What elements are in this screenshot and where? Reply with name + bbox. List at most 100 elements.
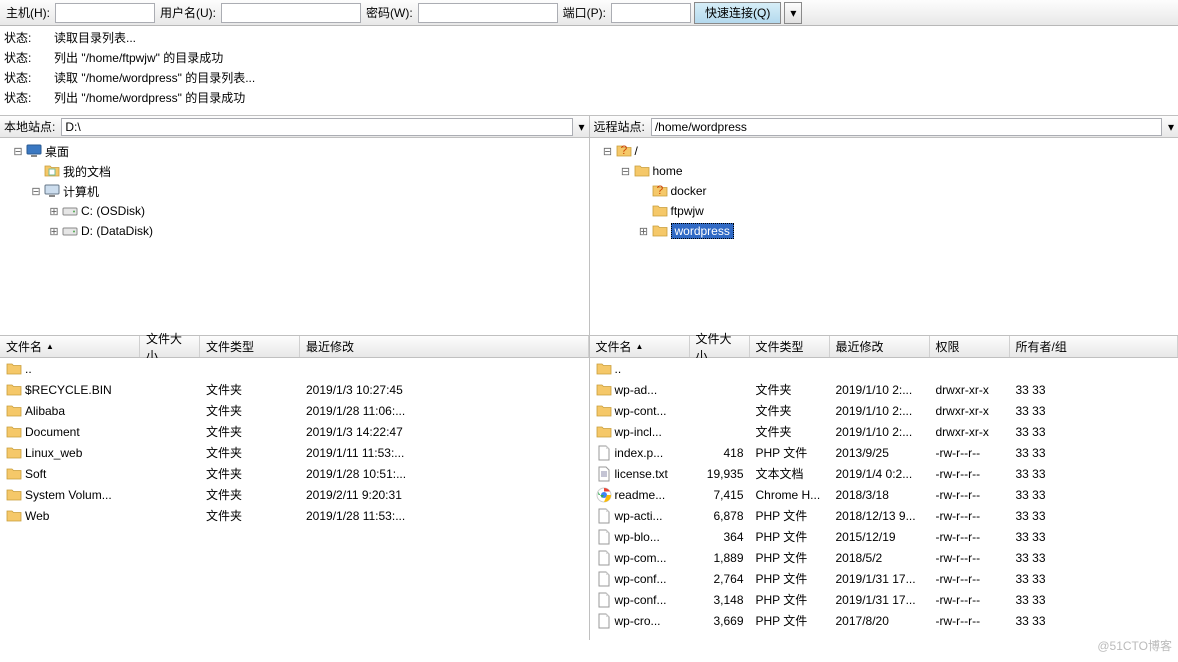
watermark: @51CTO博客 bbox=[1097, 637, 1172, 654]
file-type: PHP 文件 bbox=[750, 612, 830, 629]
log-label: 状态: bbox=[4, 48, 36, 68]
expand-toggle[interactable]: ⊟ bbox=[618, 165, 634, 178]
expand-toggle[interactable]: ⊟ bbox=[10, 145, 26, 158]
local-site-input[interactable] bbox=[61, 118, 572, 136]
tree-item[interactable]: 我的文档 bbox=[4, 161, 585, 181]
local-list-rows[interactable]: ..$RECYCLE.BIN文件夹2019/1/3 10:27:45Alibab… bbox=[0, 358, 589, 640]
file-row[interactable]: license.txt19,935文本文档2019/1/4 0:2...-rw-… bbox=[590, 463, 1178, 484]
file-row[interactable]: .. bbox=[590, 358, 1178, 379]
file-name: wp-conf... bbox=[615, 572, 667, 586]
file-row[interactable]: wp-incl...文件夹2019/1/10 2:...drwxr-xr-x33… bbox=[590, 421, 1178, 442]
file-type: PHP 文件 bbox=[750, 528, 830, 545]
col-size[interactable]: 文件大小 bbox=[140, 336, 200, 357]
remote-tree[interactable]: ⊟?/⊟home?dockerftpwjw⊞wordpress bbox=[590, 138, 1178, 335]
file-modified: 2017/8/20 bbox=[830, 614, 930, 628]
file-icon bbox=[596, 529, 612, 545]
password-input[interactable] bbox=[418, 3, 558, 23]
file-perm: drwxr-xr-x bbox=[930, 383, 1010, 397]
file-row[interactable]: .. bbox=[0, 358, 589, 379]
col-type[interactable]: 文件类型 bbox=[200, 336, 300, 357]
folder-icon bbox=[652, 203, 668, 219]
file-owner: 33 33 bbox=[1010, 404, 1178, 418]
expand-toggle[interactable]: ⊟ bbox=[28, 185, 44, 198]
file-size: 3,669 bbox=[690, 614, 750, 628]
expand-toggle[interactable]: ⊞ bbox=[636, 225, 652, 238]
file-row[interactable]: index.p...418PHP 文件2013/9/25-rw-r--r--33… bbox=[590, 442, 1178, 463]
col-size[interactable]: 文件大小 bbox=[690, 336, 750, 357]
local-list-header: 文件名 ▲文件大小文件类型最近修改 bbox=[0, 336, 589, 358]
file-row[interactable]: wp-ad...文件夹2019/1/10 2:...drwxr-xr-x33 3… bbox=[590, 379, 1178, 400]
file-row[interactable]: wp-conf...3,148PHP 文件2019/1/31 17...-rw-… bbox=[590, 589, 1178, 610]
file-row[interactable]: wp-cro...3,669PHP 文件2017/8/20-rw-r--r--3… bbox=[590, 610, 1178, 631]
tree-item[interactable]: ⊟计算机 bbox=[4, 181, 585, 201]
file-name: wp-ad... bbox=[615, 383, 658, 397]
local-site-dropdown[interactable]: ▾ bbox=[575, 120, 589, 134]
file-row[interactable]: readme...7,415Chrome H...2018/3/18-rw-r-… bbox=[590, 484, 1178, 505]
port-input[interactable] bbox=[611, 3, 691, 23]
quick-connect-button[interactable]: 快速连接(Q) bbox=[694, 2, 781, 24]
remote-site-dropdown[interactable]: ▾ bbox=[1164, 120, 1178, 134]
folder-icon bbox=[596, 382, 612, 398]
tree-label: / bbox=[635, 144, 638, 158]
host-input[interactable] bbox=[55, 3, 155, 23]
expand-toggle[interactable]: ⊞ bbox=[46, 205, 62, 218]
local-tree[interactable]: ⊟桌面我的文档⊟计算机⊞C: (OSDisk)⊞D: (DataDisk) bbox=[0, 138, 589, 335]
file-name: wp-cont... bbox=[615, 404, 667, 418]
tree-item[interactable]: ⊞C: (OSDisk) bbox=[4, 201, 585, 221]
file-size: 2,764 bbox=[690, 572, 750, 586]
file-row[interactable]: wp-blo...364PHP 文件2015/12/19-rw-r--r--33… bbox=[590, 526, 1178, 547]
file-type: 文件夹 bbox=[200, 465, 300, 482]
file-name: wp-incl... bbox=[615, 425, 662, 439]
quick-connect-dropdown[interactable]: ▾ bbox=[784, 2, 802, 24]
file-row[interactable]: System Volum...文件夹2019/2/11 9:20:31 bbox=[0, 484, 589, 505]
file-modified: 2019/1/28 11:06:... bbox=[300, 404, 589, 418]
remote-list-rows[interactable]: ..wp-ad...文件夹2019/1/10 2:...drwxr-xr-x33… bbox=[590, 358, 1178, 640]
file-name: Document bbox=[25, 425, 80, 439]
col-name[interactable]: 文件名 ▲ bbox=[590, 336, 690, 357]
file-row[interactable]: Web文件夹2019/1/28 11:53:... bbox=[0, 505, 589, 526]
folder-icon bbox=[634, 163, 650, 179]
col-owner[interactable]: 所有者/组 bbox=[1010, 336, 1178, 357]
tree-item[interactable]: ?docker bbox=[594, 181, 1175, 201]
file-perm: -rw-r--r-- bbox=[930, 446, 1010, 460]
tree-item[interactable]: ⊟home bbox=[594, 161, 1175, 181]
file-modified: 2019/1/4 0:2... bbox=[830, 467, 930, 481]
tree-item[interactable]: ftpwjw bbox=[594, 201, 1175, 221]
expand-toggle[interactable]: ⊟ bbox=[600, 145, 616, 158]
file-type: Chrome H... bbox=[750, 488, 830, 502]
tree-item[interactable]: ⊟?/ bbox=[594, 141, 1175, 161]
file-row[interactable]: Linux_web文件夹2019/1/11 11:53:... bbox=[0, 442, 589, 463]
tree-label: D: (DataDisk) bbox=[81, 224, 153, 238]
file-type: 文本文档 bbox=[750, 465, 830, 482]
log-label: 状态: bbox=[4, 88, 36, 108]
remote-site-input[interactable] bbox=[651, 118, 1162, 136]
file-owner: 33 33 bbox=[1010, 551, 1178, 565]
file-row[interactable]: Alibaba文件夹2019/1/28 11:06:... bbox=[0, 400, 589, 421]
tree-item[interactable]: ⊞wordpress bbox=[594, 221, 1175, 241]
file-row[interactable]: wp-cont...文件夹2019/1/10 2:...drwxr-xr-x33… bbox=[590, 400, 1178, 421]
user-input[interactable] bbox=[221, 3, 361, 23]
col-modified[interactable]: 最近修改 bbox=[300, 336, 589, 357]
col-modified[interactable]: 最近修改 bbox=[830, 336, 930, 357]
log-message: 读取目录列表... bbox=[54, 28, 136, 48]
file-perm: -rw-r--r-- bbox=[930, 467, 1010, 481]
file-row[interactable]: Soft文件夹2019/1/28 10:51:... bbox=[0, 463, 589, 484]
file-name: Soft bbox=[25, 467, 46, 481]
tree-item[interactable]: ⊞ D: (DataDisk) bbox=[4, 221, 585, 241]
remote-site-label: 远程站点: bbox=[590, 118, 649, 135]
file-row[interactable]: wp-conf...2,764PHP 文件2019/1/31 17...-rw-… bbox=[590, 568, 1178, 589]
file-modified: 2019/1/10 2:... bbox=[830, 383, 930, 397]
tree-item[interactable]: ⊟桌面 bbox=[4, 141, 585, 161]
col-type[interactable]: 文件类型 bbox=[750, 336, 830, 357]
file-row[interactable]: wp-acti...6,878PHP 文件2018/12/13 9...-rw-… bbox=[590, 505, 1178, 526]
status-log[interactable]: 状态:读取目录列表...状态:列出 "/home/ftpwjw" 的目录成功状态… bbox=[0, 26, 1178, 116]
file-row[interactable]: wp-com...1,889PHP 文件2018/5/2-rw-r--r--33… bbox=[590, 547, 1178, 568]
file-owner: 33 33 bbox=[1010, 509, 1178, 523]
file-row[interactable]: $RECYCLE.BIN文件夹2019/1/3 10:27:45 bbox=[0, 379, 589, 400]
expand-toggle[interactable]: ⊞ bbox=[46, 225, 62, 238]
file-row[interactable]: Document文件夹2019/1/3 14:22:47 bbox=[0, 421, 589, 442]
col-perm[interactable]: 权限 bbox=[930, 336, 1010, 357]
col-name[interactable]: 文件名 ▲ bbox=[0, 336, 140, 357]
file-type: 文件夹 bbox=[750, 423, 830, 440]
folder-icon bbox=[596, 403, 612, 419]
